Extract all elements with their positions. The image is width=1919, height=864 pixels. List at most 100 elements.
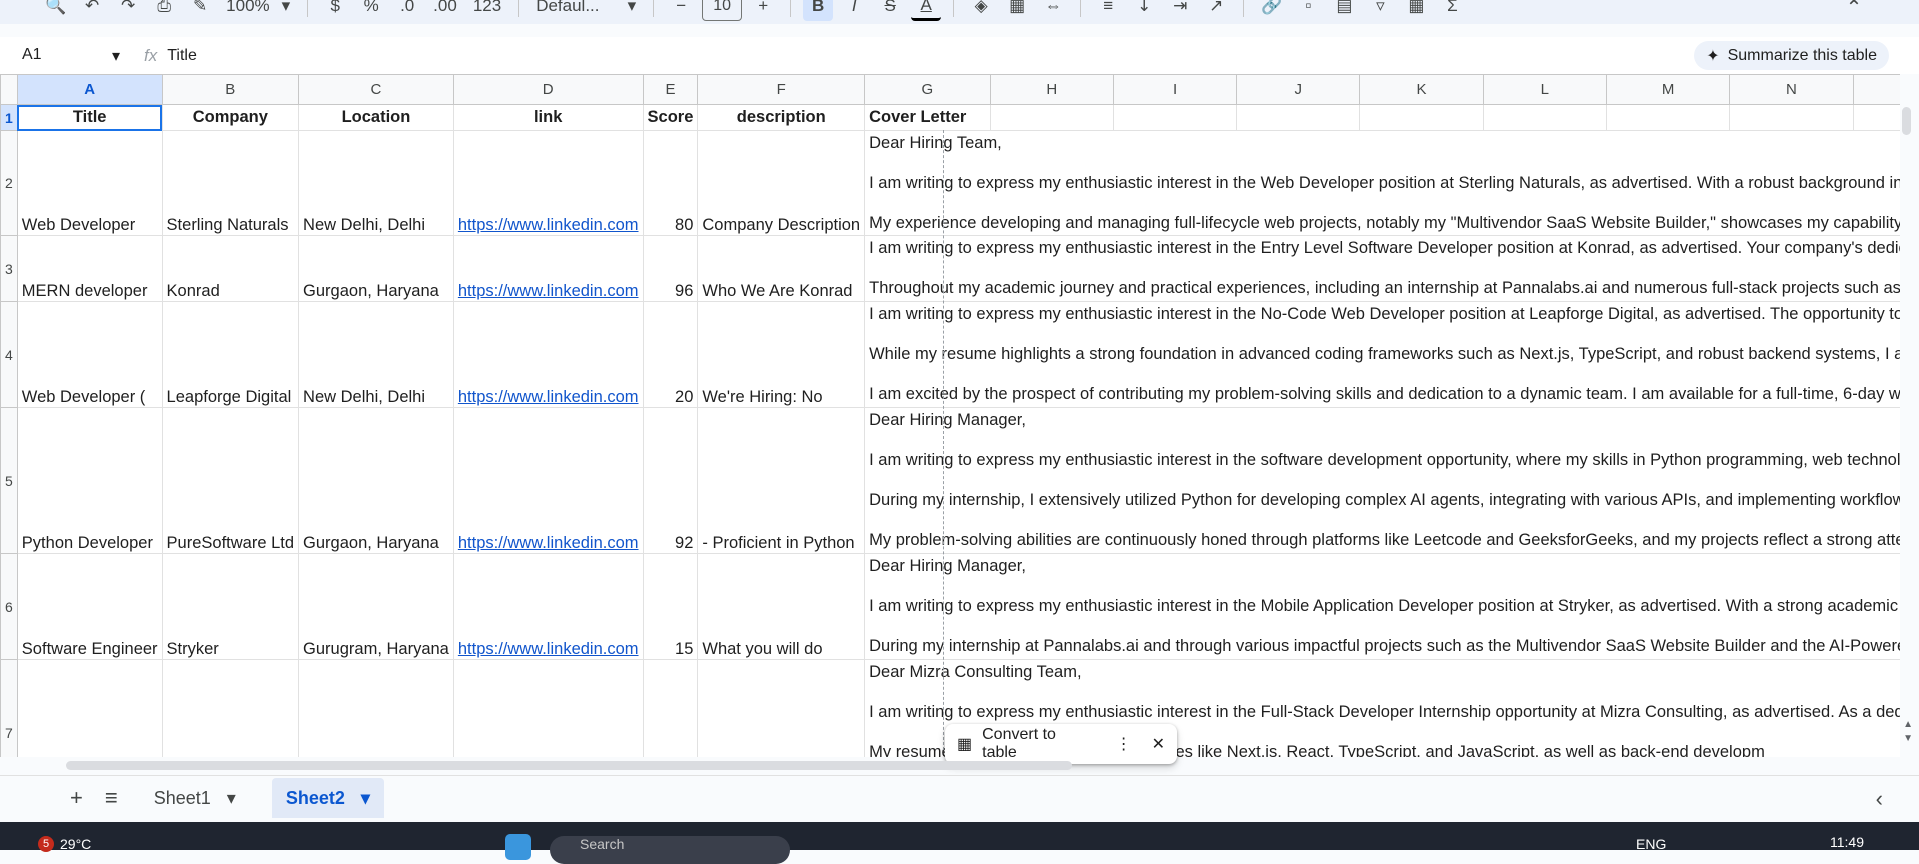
- cell[interactable]: [1112, 104, 1238, 131]
- cell[interactable]: [161, 659, 300, 757]
- cover-letter-cell[interactable]: I am writing to express my enthusiastic …: [864, 301, 1900, 408]
- cell[interactable]: Cover Letter: [864, 104, 991, 131]
- sheet-grid[interactable]: A B C D E F G H I J K L M N O: [0, 74, 1900, 757]
- cell[interactable]: Company Description: [697, 130, 866, 236]
- scroll-arrows-icon[interactable]: ▲ ▼: [1903, 718, 1913, 746]
- insert-chart-icon[interactable]: ▤: [1329, 0, 1359, 21]
- redo-icon[interactable]: ↷: [113, 0, 143, 21]
- italic-button[interactable]: I: [839, 0, 869, 21]
- cell[interactable]: [1729, 104, 1854, 131]
- column-header[interactable]: G: [864, 74, 991, 105]
- row-header[interactable]: 7: [0, 659, 18, 757]
- close-icon[interactable]: ✕: [1152, 734, 1165, 754]
- cell[interactable]: Gurgaon, Haryana: [298, 235, 454, 302]
- cell[interactable]: [16, 659, 163, 757]
- column-header[interactable]: B: [161, 74, 300, 105]
- formula-input[interactable]: Title: [167, 47, 197, 65]
- link-cell[interactable]: https://www.linkedin.com: [452, 407, 644, 554]
- cell[interactable]: [1482, 104, 1607, 131]
- column-header[interactable]: F: [697, 74, 866, 105]
- insert-comment-icon[interactable]: ▫: [1293, 0, 1323, 21]
- cell[interactable]: Leapforge Digital: [161, 301, 300, 408]
- cell[interactable]: [1359, 104, 1484, 131]
- number-format-button[interactable]: 123: [468, 0, 506, 21]
- percent-format-button[interactable]: %: [356, 0, 386, 21]
- cell[interactable]: Python Developer: [16, 407, 163, 554]
- cell[interactable]: Stryker: [161, 553, 300, 660]
- column-header[interactable]: N: [1729, 74, 1854, 105]
- cell[interactable]: New Delhi, Delhi: [298, 130, 454, 236]
- print-icon[interactable]: ⎙: [149, 0, 179, 21]
- windows-start-icon[interactable]: [505, 834, 531, 860]
- cell[interactable]: PureSoftware Ltd: [161, 407, 300, 554]
- bold-button[interactable]: B: [803, 0, 834, 21]
- filter-icon[interactable]: ▿: [1365, 0, 1395, 21]
- chevron-down-icon[interactable]: ▾: [227, 788, 236, 809]
- cell[interactable]: [642, 659, 699, 757]
- zoom-select[interactable]: 100% ▾: [221, 0, 295, 21]
- sheet-tab-sheet2[interactable]: Sheet2 ▾: [271, 778, 384, 818]
- cell[interactable]: Konrad: [161, 235, 300, 302]
- cell[interactable]: 96: [642, 235, 699, 302]
- cell[interactable]: 80: [642, 130, 699, 236]
- insert-link-icon[interactable]: 🔗: [1256, 0, 1287, 21]
- link-cell[interactable]: [452, 659, 644, 757]
- name-box[interactable]: A1 ▾: [0, 46, 130, 66]
- text-rotation-icon[interactable]: ↗: [1201, 0, 1231, 21]
- decrease-decimal-button[interactable]: .0: [392, 0, 422, 21]
- cell[interactable]: - Proficient in Python: [697, 407, 866, 554]
- cell[interactable]: [1852, 104, 1900, 131]
- text-color-icon[interactable]: A: [911, 0, 942, 21]
- link-cell[interactable]: https://www.linkedin.com: [452, 235, 644, 302]
- cell[interactable]: Software Engineer: [16, 553, 163, 660]
- row-header[interactable]: 3: [0, 235, 18, 302]
- link-cell[interactable]: https://www.linkedin.com: [452, 301, 644, 408]
- cell[interactable]: [298, 659, 454, 757]
- column-header[interactable]: L: [1482, 74, 1607, 105]
- row-header[interactable]: 6: [0, 553, 18, 660]
- currency-format-button[interactable]: $: [320, 0, 350, 21]
- cell[interactable]: Who We Are Konrad: [697, 235, 866, 302]
- column-header[interactable]: D: [452, 74, 644, 105]
- link-cell[interactable]: https://www.linkedin.com: [452, 130, 644, 236]
- functions-icon[interactable]: Σ: [1437, 0, 1467, 21]
- cell[interactable]: 92: [642, 407, 699, 554]
- select-all-corner[interactable]: [0, 74, 18, 105]
- merge-cells-icon[interactable]: ⇔: [1038, 0, 1068, 21]
- paint-format-icon[interactable]: ✎: [185, 0, 215, 21]
- font-select[interactable]: Defaul... ▾: [531, 0, 641, 21]
- cell[interactable]: Web Developer: [16, 130, 163, 236]
- cell[interactable]: What you will do: [697, 553, 866, 660]
- borders-icon[interactable]: ▦: [1002, 0, 1032, 21]
- column-header[interactable]: H: [989, 74, 1114, 105]
- cell[interactable]: Gurgaon, Haryana: [298, 407, 454, 554]
- column-header[interactable]: E: [642, 74, 699, 105]
- clock[interactable]: 11:49: [1830, 834, 1864, 850]
- cell[interactable]: [697, 659, 866, 757]
- cover-letter-cell[interactable]: Dear Hiring Team, I am writing to expres…: [864, 130, 1900, 236]
- cell[interactable]: 20: [642, 301, 699, 408]
- cell[interactable]: New Delhi, Delhi: [298, 301, 454, 408]
- cell[interactable]: Score: [642, 104, 699, 131]
- text-wrapping-icon[interactable]: ⇥: [1165, 0, 1195, 21]
- collapse-toolbar-icon[interactable]: ⌃: [1839, 0, 1869, 22]
- cover-letter-cell[interactable]: Dear Hiring Manager, I am writing to exp…: [864, 407, 1900, 554]
- vertical-align-icon[interactable]: ↧: [1129, 0, 1159, 21]
- taskbar-search-input[interactable]: Search: [550, 836, 790, 864]
- column-header[interactable]: J: [1236, 74, 1361, 105]
- add-sheet-icon[interactable]: +: [70, 785, 83, 811]
- increase-decimal-button[interactable]: .00: [428, 0, 462, 21]
- cell[interactable]: Company: [161, 104, 300, 131]
- strikethrough-icon[interactable]: S: [875, 0, 905, 21]
- sheet-tab-sheet1[interactable]: Sheet1 ▾: [140, 778, 250, 818]
- cell[interactable]: description: [697, 104, 866, 131]
- decrease-font-size-icon[interactable]: −: [666, 0, 696, 21]
- row-header[interactable]: 1: [0, 104, 18, 131]
- column-header[interactable]: M: [1605, 74, 1731, 105]
- more-options-icon[interactable]: ⋮: [1116, 734, 1132, 754]
- cell[interactable]: Gurugram, Haryana: [298, 553, 454, 660]
- cell[interactable]: [989, 104, 1114, 131]
- increase-font-size-icon[interactable]: +: [748, 0, 778, 21]
- cell[interactable]: Sterling Naturals: [161, 130, 300, 236]
- column-header[interactable]: A: [16, 74, 163, 105]
